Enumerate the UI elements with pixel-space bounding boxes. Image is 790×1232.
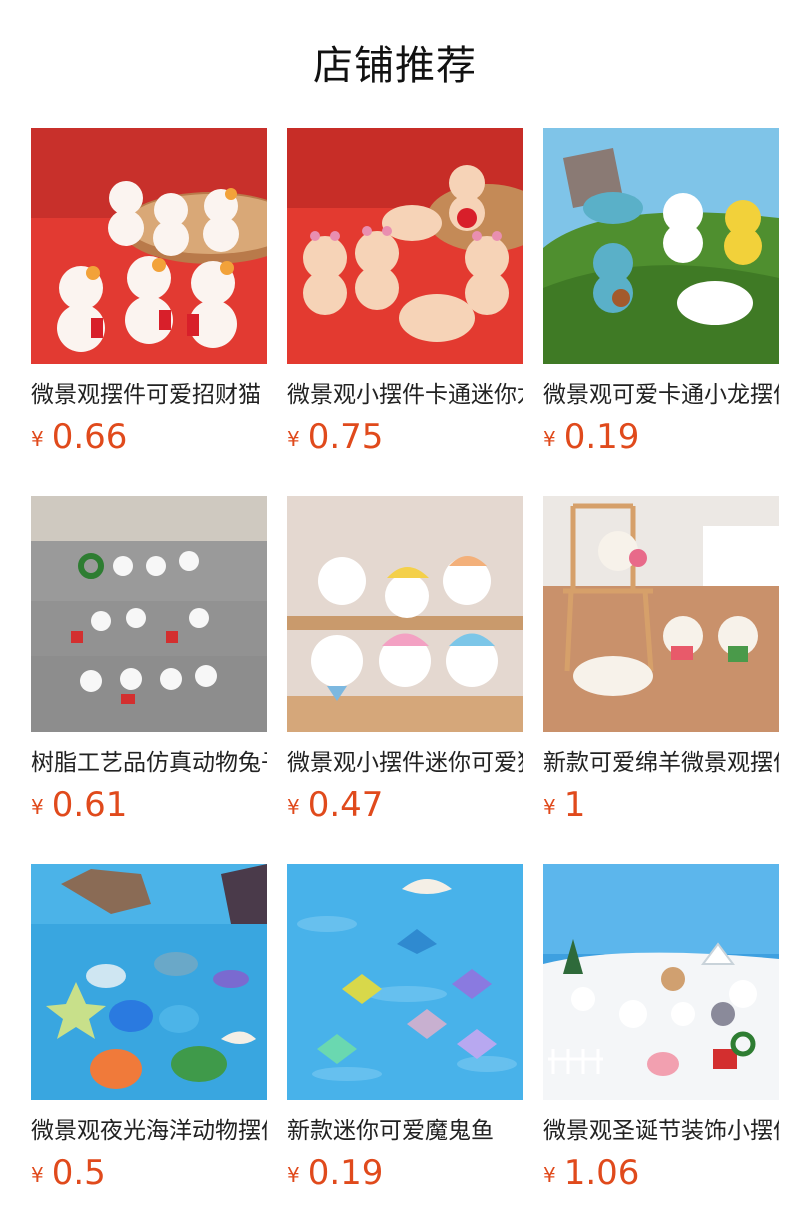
price-value: 0.19 [307, 1153, 384, 1193]
currency-symbol: ¥ [31, 1163, 44, 1187]
currency-symbol: ¥ [543, 795, 556, 819]
price-value: 0.5 [51, 1153, 106, 1193]
product-name[interactable]: 新款可爱绵羊微景观摆件 [543, 746, 779, 780]
product-card[interactable]: 树脂工艺品仿真动物兔子 ¥0.61 [31, 496, 267, 832]
price-value: 0.75 [307, 417, 384, 457]
product-name[interactable]: 微景观圣诞节装饰小摆件 [543, 1114, 779, 1148]
product-image[interactable] [287, 864, 523, 1100]
product-image[interactable] [543, 128, 779, 364]
product-name[interactable]: 微景观夜光海洋动物摆件 [31, 1114, 267, 1148]
product-name[interactable]: 微景观小摆件迷你可爱狗 [287, 746, 523, 780]
product-price: ¥0.75 [287, 416, 523, 464]
currency-symbol: ¥ [31, 427, 44, 451]
product-price: ¥0.47 [287, 784, 523, 832]
product-price: ¥1 [543, 784, 779, 832]
product-card[interactable]: 微景观摆件可爱招财猫 ¥0.66 [31, 128, 267, 464]
product-image[interactable] [287, 496, 523, 732]
currency-symbol: ¥ [287, 1163, 300, 1187]
product-grid: 微景观摆件可爱招财猫 ¥0.66 微景观小摆件卡通迷你龙 ¥ 0.75 微景观可… [31, 128, 779, 1200]
product-image[interactable] [31, 128, 267, 364]
product-card[interactable]: 新款迷你可爱魔鬼鱼 ¥0.19 [287, 864, 523, 1200]
product-image[interactable] [543, 864, 779, 1100]
product-price: ¥0.19 [543, 416, 779, 464]
price-value: 0.61 [51, 785, 128, 825]
product-name[interactable]: 新款迷你可爱魔鬼鱼 [287, 1114, 523, 1148]
product-price: ¥1.06 [543, 1152, 779, 1200]
product-image[interactable] [543, 496, 779, 732]
product-price: ¥0.5 [31, 1152, 267, 1200]
product-name[interactable]: 微景观摆件可爱招财猫 [31, 378, 267, 412]
currency-symbol: ¥ [543, 427, 556, 451]
product-image[interactable] [31, 864, 267, 1100]
price-value: 0.47 [307, 785, 384, 825]
currency-symbol: ¥ [31, 795, 44, 819]
product-name[interactable]: 微景观小摆件卡通迷你龙 [287, 378, 523, 412]
product-image[interactable] [31, 496, 267, 732]
product-card[interactable]: 微景观小摆件迷你可爱狗 ¥0.47 [287, 496, 523, 832]
product-price: ¥0.19 [287, 1152, 523, 1200]
product-card[interactable]: 新款可爱绵羊微景观摆件 ¥1 [543, 496, 779, 832]
product-card[interactable]: 微景观圣诞节装饰小摆件 ¥1.06 [543, 864, 779, 1200]
currency-symbol: ¥ [287, 427, 300, 451]
product-price: ¥0.61 [31, 784, 267, 832]
price-value: 1 [563, 785, 586, 825]
product-image[interactable] [287, 128, 523, 364]
product-card[interactable]: 微景观夜光海洋动物摆件 ¥0.5 [31, 864, 267, 1200]
price-value: 1.06 [563, 1153, 640, 1193]
price-value: 0.19 [563, 417, 640, 457]
product-card[interactable]: 微景观小摆件卡通迷你龙 ¥0.75 [287, 128, 523, 464]
currency-symbol: ¥ [543, 1163, 556, 1187]
price-value: 0.66 [51, 417, 128, 457]
currency-symbol: ¥ [287, 795, 300, 819]
product-name[interactable]: 树脂工艺品仿真动物兔子 [31, 746, 267, 780]
product-card[interactable]: 微景观可爱卡通小龙摆件 ¥0.19 [543, 128, 779, 464]
product-price: ¥0.66 [31, 416, 267, 464]
page-title: 店铺推荐 [313, 43, 477, 89]
product-name[interactable]: 微景观可爱卡通小龙摆件 [543, 378, 779, 412]
